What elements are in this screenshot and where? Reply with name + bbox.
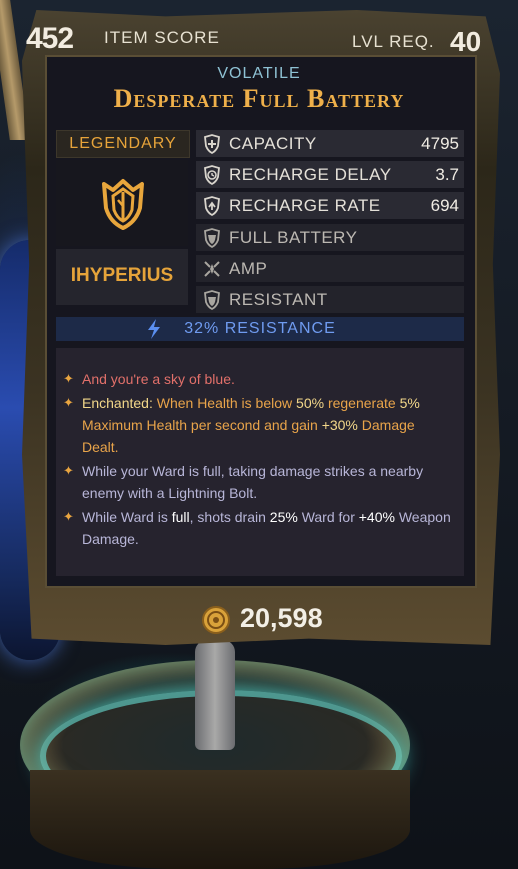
item-prefix: VOLATILE bbox=[217, 65, 301, 82]
stat-row-recharge-delay: RECHARGE DELAY 3.7 bbox=[196, 161, 464, 188]
bullet-star-icon: ✦ bbox=[63, 371, 74, 386]
effect-value: 25% bbox=[269, 509, 298, 525]
bullet-star-icon: ✦ bbox=[63, 509, 74, 524]
effect-text: While Ward is bbox=[82, 509, 172, 525]
item-price: 20,598 bbox=[0, 602, 518, 636]
effect-value: +40% bbox=[358, 509, 395, 525]
item-score-label: ITEM SCORE bbox=[104, 28, 220, 47]
item-emblem bbox=[56, 160, 188, 246]
bullet-star-icon: ✦ bbox=[63, 395, 74, 410]
effect-text: , shots drain bbox=[189, 509, 270, 525]
effect-value: full bbox=[171, 509, 190, 525]
effect-text: While your Ward is full, taking damage s… bbox=[82, 463, 424, 501]
coin-icon bbox=[202, 606, 230, 634]
effect-value: 50% bbox=[296, 395, 325, 411]
effect-value: +30% bbox=[321, 417, 358, 433]
manufacturer-name: IHYPERIUS bbox=[70, 265, 174, 286]
stat-label: FULL BATTERY bbox=[229, 228, 358, 247]
stat-label: RESISTANT bbox=[229, 290, 328, 309]
stat-label: RECHARGE DELAY bbox=[229, 165, 392, 184]
stat-label: RECHARGE RATE bbox=[229, 196, 381, 215]
item-description: ✦ And you're a sky of blue. ✦ Enchanted:… bbox=[56, 348, 464, 576]
platform-base bbox=[30, 770, 410, 869]
effect-text: Maximum Health per second and gain bbox=[82, 417, 322, 433]
shield-emblem-icon bbox=[102, 179, 144, 230]
stat-label: AMP bbox=[229, 259, 268, 278]
stat-value: 694 bbox=[430, 196, 459, 215]
character-leg bbox=[195, 640, 235, 750]
stat-row-recharge-rate: RECHARGE RATE 694 bbox=[196, 192, 464, 219]
amp-icon bbox=[204, 261, 220, 277]
item-name: Desperate Full Battery bbox=[113, 84, 405, 113]
stat-row-amp: AMP bbox=[196, 255, 464, 282]
effect-text: When Health is below bbox=[152, 395, 297, 411]
stat-label: CAPACITY bbox=[229, 134, 317, 153]
shield-perk-icon bbox=[204, 228, 220, 248]
stat-value: 3.7 bbox=[435, 165, 459, 184]
rarity-badge: LEGENDARY bbox=[56, 130, 190, 158]
ward-bolt-effect: ✦ While your Ward is full, taking damage… bbox=[63, 460, 452, 504]
item-score-value: 452 bbox=[26, 22, 74, 55]
manufacturer-badge: IHYPERIUS bbox=[56, 249, 188, 305]
shield-recharge-icon bbox=[204, 196, 220, 216]
stat-value: 4795 bbox=[421, 134, 459, 153]
resistance-bar: 32% RESISTANCE bbox=[56, 317, 464, 341]
effect-text: Ward for bbox=[297, 509, 359, 525]
shield-timer-icon bbox=[204, 165, 220, 185]
flavor-text: ✦ And you're a sky of blue. bbox=[63, 368, 452, 390]
level-requirement-value: 40 bbox=[450, 26, 482, 57]
stat-row-capacity: CAPACITY 4795 bbox=[196, 130, 464, 157]
enchanted-label: Enchanted: bbox=[82, 395, 153, 411]
effect-text: regenerate bbox=[324, 395, 400, 411]
rarity-label: LEGENDARY bbox=[69, 135, 177, 152]
bullet-star-icon: ✦ bbox=[63, 463, 74, 478]
price-value: 20,598 bbox=[240, 603, 323, 633]
flavor-line: And you're a sky of blue. bbox=[82, 371, 235, 387]
resistance-text: 32% RESISTANCE bbox=[184, 320, 336, 337]
enchanted-effect: ✦ Enchanted: When Health is below 50% re… bbox=[63, 392, 452, 458]
ward-drain-effect: ✦ While Ward is full, shots drain 25% Wa… bbox=[63, 506, 452, 550]
effect-value: 5% bbox=[399, 395, 420, 411]
stat-row-resistant: RESISTANT bbox=[196, 286, 464, 313]
shield-plus-icon bbox=[204, 134, 220, 154]
level-requirement-label: LVL REQ. bbox=[352, 32, 435, 51]
shield-perk-icon bbox=[204, 290, 220, 310]
stat-row-full-battery: FULL BATTERY bbox=[196, 224, 464, 251]
